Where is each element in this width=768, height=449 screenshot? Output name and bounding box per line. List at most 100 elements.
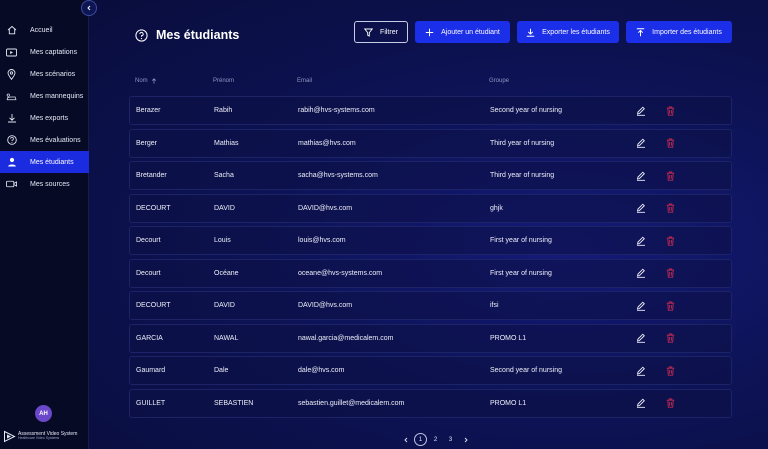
trash-icon xyxy=(666,171,675,181)
column-header-label: Nom xyxy=(135,78,148,84)
cell-groupe: First year of nursing xyxy=(490,237,552,244)
edit-button[interactable] xyxy=(636,195,646,222)
cell-prenom: Mathias xyxy=(214,139,239,147)
edit-button[interactable] xyxy=(636,162,646,189)
export-students-label: Exporter les étudiants xyxy=(542,28,610,36)
sidebar-item-exports[interactable]: Mes exports xyxy=(0,107,89,129)
cell-email: DAVID@hvs.com xyxy=(298,204,353,212)
sidebar-item-etudiants[interactable]: Mes étudiants xyxy=(0,151,89,173)
home-icon xyxy=(6,25,17,36)
column-header-nom[interactable]: Nom xyxy=(135,78,157,84)
sidebar-item-evaluations[interactable]: Mes évaluations xyxy=(0,129,89,151)
delete-button[interactable] xyxy=(666,195,675,222)
edit-button[interactable] xyxy=(636,130,646,157)
pencil-icon xyxy=(636,333,645,343)
sidebar-collapse-button[interactable] xyxy=(81,0,97,16)
cell-nom: Bretander xyxy=(136,172,167,179)
cell-nom: Decourt xyxy=(136,269,161,277)
cell-groupe: PROMO L1 xyxy=(490,334,527,342)
delete-button[interactable] xyxy=(666,357,675,384)
app-logo: Assessment Video System Healthcare Video… xyxy=(3,430,77,443)
column-header-email: Email xyxy=(297,78,312,84)
delete-button[interactable] xyxy=(666,325,675,352)
cell-email: rabih@hvs-systems.com xyxy=(298,107,375,114)
column-header-label: Groupe xyxy=(489,78,510,84)
sidebar-item-label: Mes exports xyxy=(30,114,69,122)
table-row: GARCIA NAWAL nawal.garcia@medicalem.com PRO… xyxy=(129,323,732,353)
delete-button[interactable] xyxy=(666,260,675,287)
chevron-left-icon xyxy=(87,5,91,11)
pencil-icon xyxy=(636,203,645,213)
next-page-button[interactable] xyxy=(459,433,472,446)
cell-prenom: Sacha xyxy=(214,172,234,179)
cell-groupe: PROMO L1 xyxy=(490,399,527,407)
edit-button[interactable] xyxy=(636,325,646,352)
pencil-icon xyxy=(636,138,645,148)
cell-email: mathias@hvs.com xyxy=(298,139,356,147)
delete-button[interactable] xyxy=(666,130,675,157)
cell-prenom: DAVID xyxy=(214,204,235,212)
pencil-icon xyxy=(636,301,645,311)
sidebar-item-captations[interactable]: Mes captations xyxy=(0,41,89,63)
edit-button[interactable] xyxy=(636,227,646,254)
import-students-button[interactable]: Importer des étudiants xyxy=(626,21,732,43)
cell-email: nawal.garcia@medicalem.com xyxy=(298,334,394,342)
page-title: Mes étudiants xyxy=(156,28,240,42)
column-header-label: Email xyxy=(297,78,313,84)
cell-groupe: Third year of nursing xyxy=(490,172,555,179)
camera-icon xyxy=(6,179,17,190)
trash-icon xyxy=(666,236,675,246)
cell-email: dale@hvs.com xyxy=(298,367,345,374)
map-pin-icon xyxy=(6,68,17,80)
edit-button[interactable] xyxy=(636,260,646,287)
delete-button[interactable] xyxy=(666,97,675,124)
trash-icon xyxy=(666,398,675,408)
cell-groupe: Third year of nursing xyxy=(490,139,555,147)
avatar[interactable]: AH xyxy=(35,405,52,422)
pencil-icon xyxy=(636,236,645,246)
video-play-icon xyxy=(6,47,17,58)
edit-button[interactable] xyxy=(636,97,646,124)
sidebar-item-mannequins[interactable]: Mes mannequins xyxy=(0,85,89,107)
pencil-icon xyxy=(636,106,645,116)
edit-button[interactable] xyxy=(636,390,646,417)
column-header-groupe: Groupe xyxy=(489,78,509,84)
sidebar-item-scenarios[interactable]: Mes scénarios xyxy=(0,63,89,85)
table-row: Bretander Sacha sacha@hvs-systems.com Third… xyxy=(129,161,732,190)
filter-button[interactable]: Filtrer xyxy=(354,21,408,43)
sidebar-item-sources[interactable]: Mes sources xyxy=(0,173,89,195)
add-student-button[interactable]: Ajouter un étudiant xyxy=(415,21,510,43)
delete-button[interactable] xyxy=(666,390,675,417)
cell-nom: GARCIA xyxy=(136,334,163,342)
page-button-1[interactable]: 1 xyxy=(414,433,427,446)
cell-nom: Berger xyxy=(136,139,158,147)
download-icon xyxy=(526,28,535,37)
table-row: Gaumard Dale dale@hvs.com Second year of nu… xyxy=(129,356,732,385)
page-header: Mes étudiants xyxy=(135,28,239,42)
export-students-button[interactable]: Exporter les étudiants xyxy=(517,21,619,43)
previous-page-button[interactable] xyxy=(399,433,412,446)
edit-button[interactable] xyxy=(636,292,646,319)
page-button-2[interactable]: 2 xyxy=(429,433,442,446)
chevron-right-icon xyxy=(464,437,468,442)
question-circle-icon xyxy=(135,28,148,42)
page-button-3[interactable]: 3 xyxy=(444,433,457,446)
edit-button[interactable] xyxy=(636,357,646,384)
delete-button[interactable] xyxy=(666,227,675,254)
table-row: GUILLET SEBASTIEN sebastien.guillet@medica… xyxy=(129,388,732,418)
manikin-icon xyxy=(6,91,17,102)
cell-email: sacha@hvs-systems.com xyxy=(298,172,378,179)
pencil-icon xyxy=(636,171,645,181)
sort-arrow-up-icon xyxy=(151,78,156,84)
sidebar-item-accueil[interactable]: Accueil xyxy=(0,19,89,41)
cell-groupe: Second year of nursing xyxy=(490,367,562,374)
cell-email: sebastien.guillet@medicalem.com xyxy=(298,399,405,407)
sidebar-nav: Accueil Mes captations Mes scénarios Mes… xyxy=(0,19,89,195)
table-header: Nom Prénom Email Groupe xyxy=(89,78,768,88)
import-students-label: Importer des étudiants xyxy=(652,28,722,36)
delete-button[interactable] xyxy=(666,292,675,319)
cell-email: louis@hvs.com xyxy=(298,237,346,244)
trash-icon xyxy=(666,333,675,343)
delete-button[interactable] xyxy=(666,162,675,189)
cell-email: DAVID@hvs.com xyxy=(298,302,353,309)
